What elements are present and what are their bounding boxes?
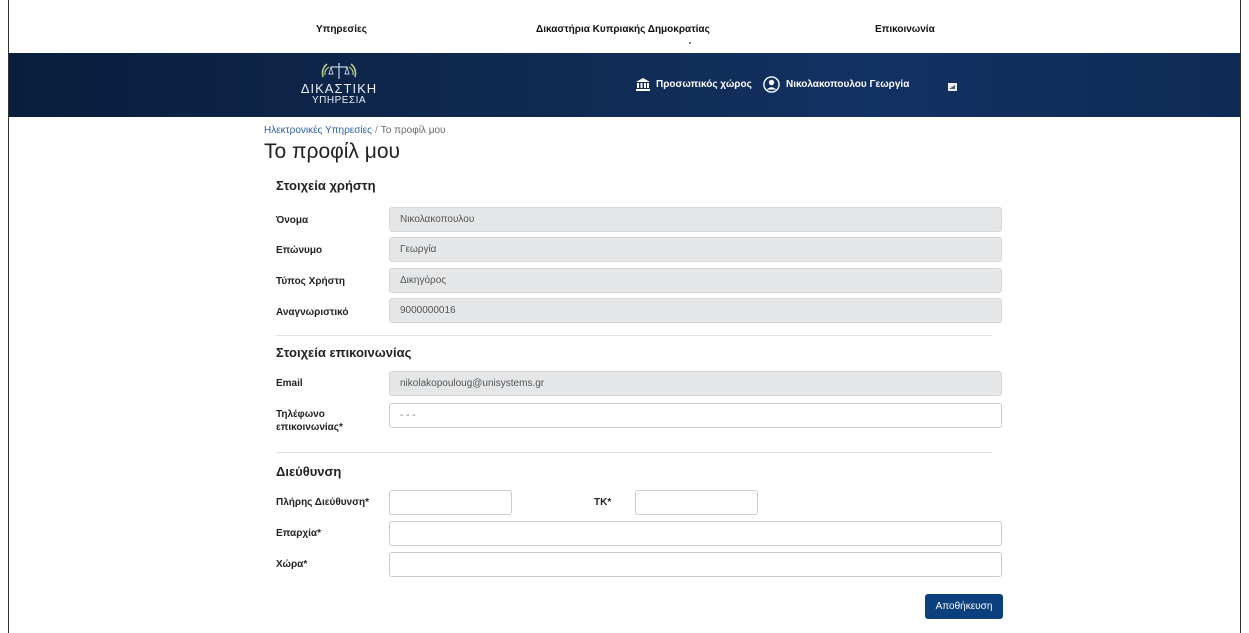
nav-indicator (689, 42, 691, 44)
user-circle-icon (763, 76, 780, 93)
top-navigation: Υπηρεσίες Δικαστήρια Κυπριακής Δημοκρατί… (9, 0, 1240, 53)
user-details-heading: Στοιχεία χρήστη (276, 178, 376, 193)
divider (276, 452, 992, 453)
site-logo[interactable]: ΔΙΚΑΣΤΙΚΗ ΥΠΗΡΕΣΙΑ (279, 61, 399, 109)
identifier-label: Αναγνωριστικό (276, 307, 349, 318)
last-name-field[interactable]: Γεωργία (389, 237, 1002, 262)
breadcrumb-current: Το προφίλ μου (380, 125, 446, 136)
contact-heading: Στοιχεία επικοινωνίας (276, 345, 412, 360)
save-button[interactable]: Αποθήκευση (925, 594, 1003, 619)
scales-logo-icon (321, 63, 357, 79)
nav-services[interactable]: Υπηρεσίες (316, 24, 367, 35)
email-label: Email (276, 378, 303, 389)
last-name-label: Επώνυμο (276, 245, 323, 256)
postal-code-input[interactable] (635, 490, 758, 515)
full-address-label: Πλήρης Διεύθυνση* (276, 497, 369, 508)
email-field[interactable]: nikolakopouloug@unisystems.gr (389, 371, 1002, 396)
country-input[interactable] (389, 552, 1002, 577)
phone-label: Τηλέφωνο επικοινωνίας* (276, 408, 343, 434)
province-label: Επαρχία* (276, 528, 321, 539)
logo-text-line1: ΔΙΚΑΣΤΙΚΗ (300, 81, 378, 96)
province-input[interactable] (389, 521, 1002, 546)
user-type-field[interactable]: Δικηγόρος (389, 268, 1002, 293)
full-address-input[interactable] (389, 490, 512, 515)
first-name-field[interactable]: Νικολακοπουλου (389, 207, 1002, 232)
address-heading: Διεύθυνση (276, 464, 342, 479)
breadcrumb-separator: / (374, 125, 378, 136)
bank-icon (636, 78, 650, 91)
nav-contact[interactable]: Επικοινωνία (875, 24, 935, 35)
country-label: Χώρα* (276, 559, 308, 570)
postal-code-label: ΤΚ* (594, 497, 612, 508)
site-header: ΔΙΚΑΣΤΙΚΗ ΥΠΗΡΕΣΙΑ Προσωπικός χώρος Νικο… (9, 53, 1240, 117)
phone-input[interactable] (389, 403, 1002, 428)
nav-courts[interactable]: Δικαστήρια Κυπριακής Δημοκρατίας (536, 24, 710, 35)
page-title: Το προφίλ μου (264, 140, 401, 163)
phone-label-line2: επικοινωνίας* (276, 422, 343, 433)
personal-space-label: Προσωπικός χώρος (656, 79, 752, 90)
user-type-label: Τύπος Χρήστη (276, 276, 346, 287)
user-menu[interactable]: Νικολακοπουλου Γεωργία (763, 76, 909, 93)
identifier-field[interactable]: 9000000016 (389, 298, 1002, 323)
calendar-icon[interactable] (948, 83, 957, 91)
personal-space-link[interactable]: Προσωπικός χώρος (636, 78, 752, 91)
first-name-label: Όνομα (276, 215, 309, 226)
breadcrumb-home-link[interactable]: Ηλεκτρονικές Υπηρεσίες (264, 125, 372, 136)
logo-text-line2: ΥΠΗΡΕΣΙΑ (311, 95, 367, 106)
phone-label-line1: Τηλέφωνο (276, 409, 325, 420)
breadcrumb: Ηλεκτρονικές Υπηρεσίες / Το προφίλ μου (264, 125, 446, 136)
user-name: Νικολακοπουλου Γεωργία (786, 79, 910, 90)
divider (276, 335, 992, 336)
